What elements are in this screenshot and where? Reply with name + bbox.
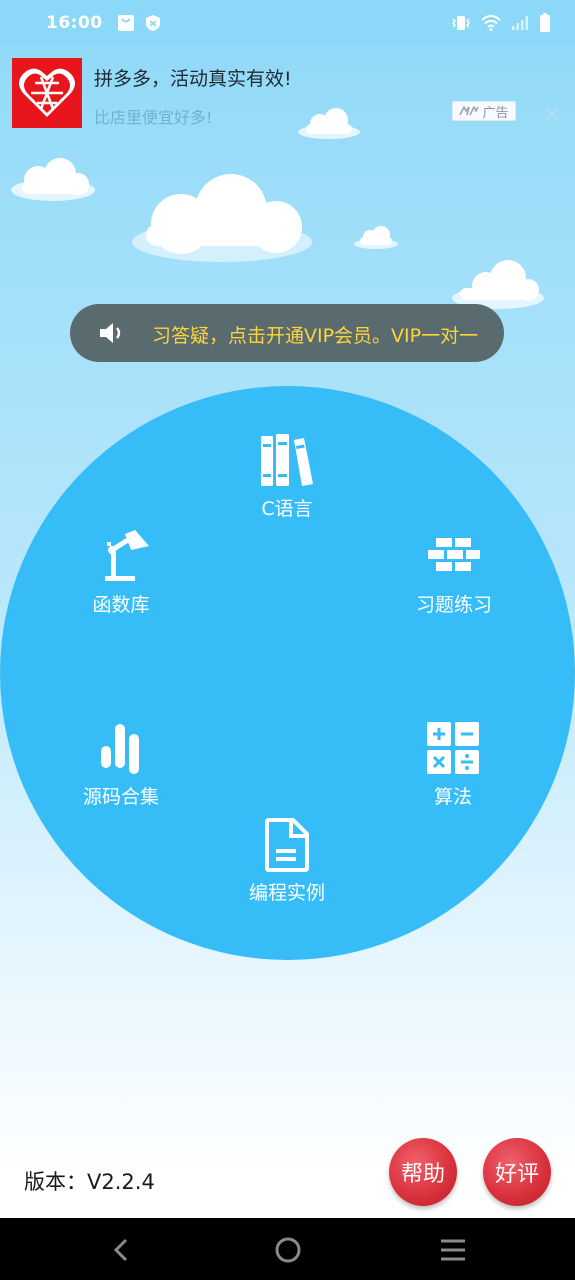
battery-icon [540,13,550,32]
status-icons-right [451,13,551,33]
cloud-decoration [298,108,360,139]
pinduoduo-logo-icon [19,68,75,117]
menu-item-function-library[interactable]: 函数库 [82,528,160,617]
signal-icon [512,16,528,30]
bricks-icon [428,538,480,571]
menu-icon[interactable] [439,1236,467,1264]
menu-item-label: 算法 [433,786,472,808]
help-button[interactable]: 帮助 [389,1138,457,1206]
menu-item-label: 编程实例 [248,882,325,904]
menu-item-programming-examples[interactable]: 编程实例 [242,816,332,905]
notice-bar[interactable]: 习答疑，点击开通VIP会员。VIP一对一 [70,304,504,362]
ad-tag: 广告 [452,101,516,121]
notice-text: 习答疑，点击开通VIP会员。VIP一对一 [152,325,479,347]
lamp-icon [105,530,149,581]
menu-item-algorithms[interactable]: 算法 [420,720,486,809]
cloud-decoration [452,260,544,309]
wifi-icon [481,15,501,31]
ad-subtitle: 比店里便宜好多! [94,108,213,127]
version-label: 版本：V2.2.4 [24,1170,155,1194]
cloud-decoration [132,174,312,262]
menu-item-source-code[interactable]: 源码合集 [76,720,166,809]
menu-item-label: C语言 [261,498,313,520]
status-bar: 16:00 [0,0,575,46]
calculator-icon [427,722,479,774]
menu-item-label: 源码合集 [82,786,159,808]
shield-icon [145,15,160,31]
navigation-bar [0,1218,575,1280]
menu-item-c-language[interactable]: C语言 [246,432,328,521]
home-icon[interactable] [274,1236,302,1264]
review-button[interactable]: 好评 [483,1138,551,1206]
ad-logo[interactable] [12,58,82,128]
menu-item-exercises[interactable]: 习题练习 [410,528,498,617]
speaker-icon [100,323,121,343]
close-icon[interactable] [543,105,561,123]
shopping-bag-icon [117,15,134,31]
back-icon[interactable] [108,1236,136,1264]
status-time: 16:00 [46,13,103,33]
cloud-decoration [354,226,398,249]
document-icon [265,818,309,872]
ad-tag-label: 广告 [482,105,509,121]
status-icons-left [117,14,161,32]
menu-item-label: 函数库 [92,594,150,616]
ad-brand-icon [459,106,480,116]
vibrate-icon [452,16,470,30]
cloud-decoration [11,158,95,201]
bars-icon [101,724,139,774]
ad-banner[interactable]: 拼多多，活动真实有效! 比店里便宜好多! 广告 [0,46,575,136]
ad-title[interactable]: 拼多多，活动真实有效! [94,64,292,91]
menu-item-label: 习题练习 [415,594,492,616]
books-icon [261,434,313,486]
